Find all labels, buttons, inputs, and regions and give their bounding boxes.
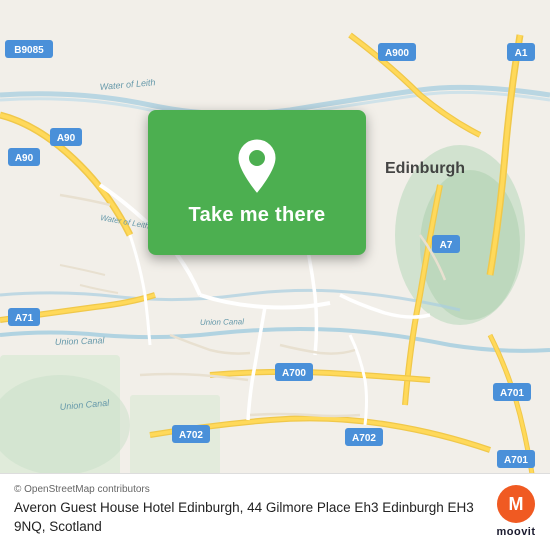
- svg-text:Union Canal: Union Canal: [55, 335, 106, 347]
- svg-text:M: M: [509, 494, 524, 514]
- info-bar: © OpenStreetMap contributors Averon Gues…: [0, 473, 550, 550]
- osm-credit: © OpenStreetMap contributors: [14, 484, 482, 495]
- svg-text:A90: A90: [57, 133, 76, 144]
- moovit-icon: M: [496, 484, 536, 524]
- svg-text:A701: A701: [500, 388, 524, 399]
- svg-text:A7: A7: [440, 240, 453, 251]
- svg-text:A900: A900: [385, 48, 409, 59]
- map-container: A90 A90 A900 A1 A7 A700 A702 A702: [0, 0, 550, 550]
- info-bar-left: © OpenStreetMap contributors Averon Gues…: [14, 484, 482, 537]
- svg-text:A1: A1: [515, 48, 528, 59]
- take-me-there-label: Take me there: [189, 204, 326, 227]
- moovit-label: moovit: [496, 526, 535, 538]
- svg-text:Union Canal: Union Canal: [200, 317, 244, 327]
- location-pin-icon: [233, 138, 281, 194]
- svg-text:A702: A702: [352, 433, 376, 444]
- take-me-there-card[interactable]: Take me there: [148, 110, 366, 255]
- svg-text:Edinburgh: Edinburgh: [385, 160, 465, 177]
- svg-text:A702: A702: [179, 430, 203, 441]
- svg-text:A701: A701: [504, 455, 528, 466]
- svg-text:A700: A700: [282, 368, 306, 379]
- svg-text:B9085: B9085: [14, 45, 44, 56]
- svg-text:A71: A71: [15, 313, 34, 324]
- svg-text:A90: A90: [15, 153, 34, 164]
- address-text: Averon Guest House Hotel Edinburgh, 44 G…: [14, 499, 482, 537]
- map-background: A90 A90 A900 A1 A7 A700 A702 A702: [0, 0, 550, 550]
- moovit-logo: M moovit: [496, 484, 536, 538]
